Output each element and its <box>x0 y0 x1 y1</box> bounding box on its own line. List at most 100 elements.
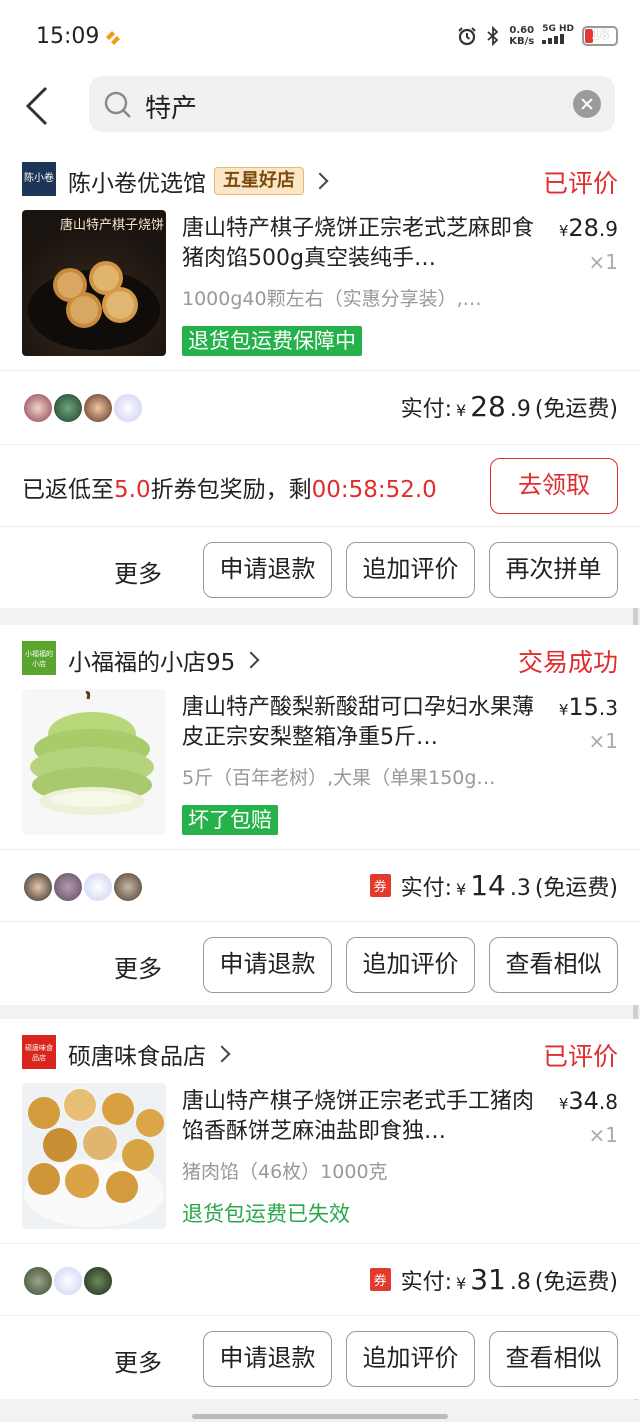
search-bar[interactable]: 特产 <box>89 76 615 132</box>
action-row: 更多 申请退款 追加评价 再次拼单 <box>0 526 640 612</box>
divider <box>0 849 640 850</box>
damage-guarantee-tag: 坏了包赔 <box>182 805 278 835</box>
product-title[interactable]: 唐山特产酸梨新酸甜可口孕妇水果薄皮正宗安梨整箱净重5斤… <box>182 693 537 753</box>
avatar <box>52 392 84 424</box>
battery-icon: 18 <box>582 25 618 46</box>
product-qty: ×1 <box>588 1123 618 1147</box>
avatar <box>22 1265 54 1297</box>
shop-logo: 小福福的小店 <box>22 641 56 675</box>
product-price: ¥34.8 <box>558 1087 618 1115</box>
order-card: 陈小卷 陈小卷优选馆 五星好店 已评价 唐山特产棋子烧饼 唐山特产棋子烧饼正宗老… <box>0 146 640 608</box>
payment-row: 实付: ¥28.9 (免运费) <box>0 372 640 444</box>
group-avatars[interactable] <box>22 392 144 424</box>
order-status: 已评价 <box>542 169 618 198</box>
avatar <box>112 392 144 424</box>
chevron-right-icon <box>242 651 260 669</box>
paid-amount: 券实付: ¥14.3 (免运费) <box>369 869 618 902</box>
product-qty: ×1 <box>588 250 618 274</box>
shop-row[interactable]: 硕唐味食品店 硕唐味食品店 已评价 <box>0 1019 640 1085</box>
bluetooth-icon <box>487 25 499 46</box>
group-avatars[interactable] <box>22 1265 114 1297</box>
product-spec: 1000g40颗左右（实惠分享装）,… <box>182 288 482 310</box>
divider <box>0 1243 640 1244</box>
claim-button[interactable]: 去领取 <box>490 458 618 514</box>
add-review-button[interactable]: 追加评价 <box>346 542 475 598</box>
more-button[interactable]: 更多 <box>114 1343 162 1378</box>
group-avatars[interactable] <box>22 871 144 903</box>
shop-logo: 硕唐味食品店 <box>22 1035 56 1069</box>
product-image[interactable]: 唐山特产棋子烧饼 <box>22 210 166 356</box>
reorder-button[interactable]: 再次拼单 <box>489 542 618 598</box>
return-shipping-tag: 退货包运费已失效 <box>182 1202 350 1226</box>
product-qty: ×1 <box>588 729 618 753</box>
promo-text: 已返低至5.0折券包奖励，剩00:58:52.0 <box>22 477 437 503</box>
avatar <box>82 871 114 903</box>
product-spec: 5斤（百年老树）,大果（单果150g… <box>182 767 496 789</box>
avatar <box>22 392 54 424</box>
product-image[interactable] <box>22 1083 166 1229</box>
return-shipping-tag: 退货包运费保障中 <box>182 326 362 356</box>
status-bar: 15:09 0.60 KB/s 5G HD 18 <box>0 0 640 76</box>
clear-search-icon[interactable] <box>573 90 601 118</box>
avatar <box>52 1265 84 1297</box>
order-status: 交易成功 <box>517 648 618 677</box>
shop-name[interactable]: 小福福的小店95 <box>68 643 260 677</box>
five-star-shop-badge: 五星好店 <box>214 167 304 195</box>
network-speed: 0.60 KB/s <box>509 24 535 47</box>
search-icon <box>104 91 131 118</box>
avatar <box>52 871 84 903</box>
action-row: 更多 申请退款 追加评价 查看相似 <box>0 1315 640 1401</box>
chevron-right-icon <box>213 1045 231 1063</box>
refund-button[interactable]: 申请退款 <box>203 1331 332 1387</box>
product-image[interactable] <box>22 689 166 835</box>
product-title[interactable]: 唐山特产棋子烧饼正宗老式手工猪肉馅香酥饼芝麻油盐即食独… <box>182 1087 537 1147</box>
order-card: 小福福的小店 小福福的小店95 交易成功 唐山特产酸梨新酸甜可口孕妇水果薄皮正宗… <box>0 625 640 1005</box>
avatar <box>112 871 144 903</box>
status-indicators: 0.60 KB/s 5G HD 18 <box>457 24 618 47</box>
signal-indicator: 5G HD <box>542 24 574 47</box>
shop-row[interactable]: 陈小卷 陈小卷优选馆 五星好店 已评价 <box>0 146 640 212</box>
product-title[interactable]: 唐山特产棋子烧饼正宗老式芝麻即食猪肉馅500g真空装纯手… <box>182 214 537 274</box>
product-spec: 猪肉馅（46枚）1000克 <box>182 1161 388 1183</box>
product-price: ¥15.3 <box>558 693 618 721</box>
promo-row: 已返低至5.0折券包奖励，剩00:58:52.0 去领取 <box>0 444 640 526</box>
add-review-button[interactable]: 追加评价 <box>346 1331 475 1387</box>
order-card: 硕唐味食品店 硕唐味食品店 已评价 唐山特产棋子烧饼正宗老式手工猪肉馅香酥饼芝麻… <box>0 1019 640 1399</box>
avatar <box>82 392 114 424</box>
paid-amount: 实付: ¥28.9 (免运费) <box>400 390 618 423</box>
product-price: ¥28.9 <box>558 214 618 242</box>
coupon-badge: 券 <box>369 1268 391 1291</box>
chevron-right-icon <box>311 172 329 190</box>
shop-name[interactable]: 陈小卷优选馆 五星好店 <box>68 164 329 198</box>
find-similar-button[interactable]: 查看相似 <box>489 1331 618 1387</box>
payment-row: 券实付: ¥14.3 (免运费) <box>0 851 640 923</box>
shop-logo: 陈小卷 <box>22 162 56 196</box>
refund-button[interactable]: 申请退款 <box>203 542 332 598</box>
back-arrow-icon[interactable] <box>22 84 62 128</box>
shop-name[interactable]: 硕唐味食品店 <box>68 1037 231 1071</box>
coupon-badge: 券 <box>369 874 391 897</box>
avatar <box>82 1265 114 1297</box>
search-query[interactable]: 特产 <box>145 88 197 125</box>
shop-row[interactable]: 小福福的小店 小福福的小店95 交易成功 <box>0 625 640 691</box>
action-row: 更多 申请退款 追加评价 查看相似 <box>0 921 640 1007</box>
home-indicator[interactable] <box>192 1414 448 1419</box>
app-notification-icon <box>106 31 120 45</box>
pear-slices-image <box>30 691 154 815</box>
refund-button[interactable]: 申请退款 <box>203 937 332 993</box>
payment-row: 券实付: ¥31.8 (免运费) <box>0 1245 640 1317</box>
more-button[interactable]: 更多 <box>114 949 162 984</box>
avatar <box>22 871 54 903</box>
image-caption: 唐山特产棋子烧饼 <box>60 218 165 233</box>
more-button[interactable]: 更多 <box>114 554 162 589</box>
signal-bars-icon <box>542 34 565 44</box>
add-review-button[interactable]: 追加评价 <box>346 937 475 993</box>
wrapped-cakes-image <box>24 1087 164 1227</box>
paid-amount: 券实付: ¥31.8 (免运费) <box>369 1263 618 1296</box>
divider <box>0 370 640 371</box>
search-header: 特产 <box>0 76 640 146</box>
alarm-icon <box>458 26 476 45</box>
order-status: 已评价 <box>542 1042 618 1071</box>
find-similar-button[interactable]: 查看相似 <box>489 937 618 993</box>
status-time: 15:09 <box>36 24 100 49</box>
